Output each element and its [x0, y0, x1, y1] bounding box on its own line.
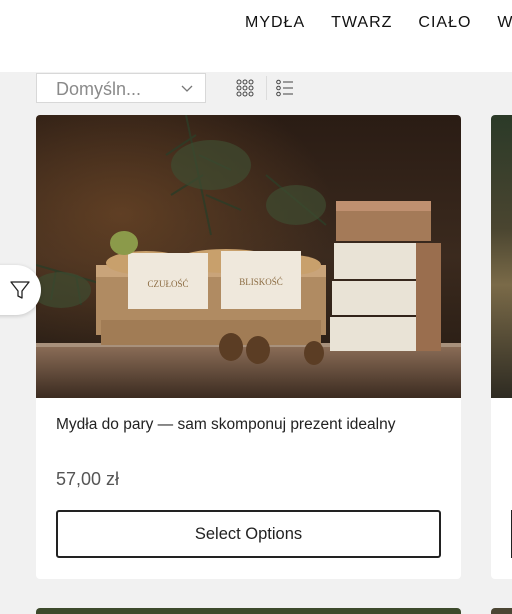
list-view-icon[interactable] — [276, 79, 294, 97]
chevron-down-icon — [181, 85, 193, 92]
product-image-partial[interactable] — [491, 115, 512, 398]
product-card: CZUŁOŚĆ BLISKOŚĆ Mydła do pary — sam sko… — [36, 115, 461, 579]
filter-icon — [9, 281, 30, 299]
nav-item-twarz[interactable]: TWARZ — [331, 14, 392, 32]
product-image[interactable]: CZUŁOŚĆ BLISKOŚĆ — [36, 115, 461, 398]
site-header: MYDŁA TWARZ CIAŁO W — [0, 0, 512, 72]
nav-item-mydla[interactable]: MYDŁA — [245, 14, 305, 32]
sort-select[interactable]: Domyśln... — [36, 73, 206, 103]
product-card-partial — [491, 115, 512, 579]
select-options-button[interactable]: Select Options — [56, 510, 441, 558]
product-price: 57,00 zł — [56, 469, 120, 489]
product-image-next-row[interactable] — [36, 608, 461, 614]
product-title[interactable]: Mydła do pary — sam skomponuj prezent id… — [56, 414, 446, 436]
nav-item-next[interactable]: W — [497, 14, 512, 32]
sort-select-value: Domyśln... — [56, 79, 142, 99]
grid-view-icon[interactable] — [236, 79, 254, 97]
product-image-next-row-partial[interactable] — [491, 608, 512, 614]
filter-button[interactable] — [0, 265, 41, 315]
view-separator — [266, 76, 267, 100]
soap-label-1: CZUŁOŚĆ — [147, 279, 188, 289]
main-nav: MYDŁA TWARZ CIAŁO W — [245, 14, 512, 32]
nav-item-cialo[interactable]: CIAŁO — [418, 14, 471, 32]
soap-label-2: BLISKOŚĆ — [239, 277, 283, 287]
